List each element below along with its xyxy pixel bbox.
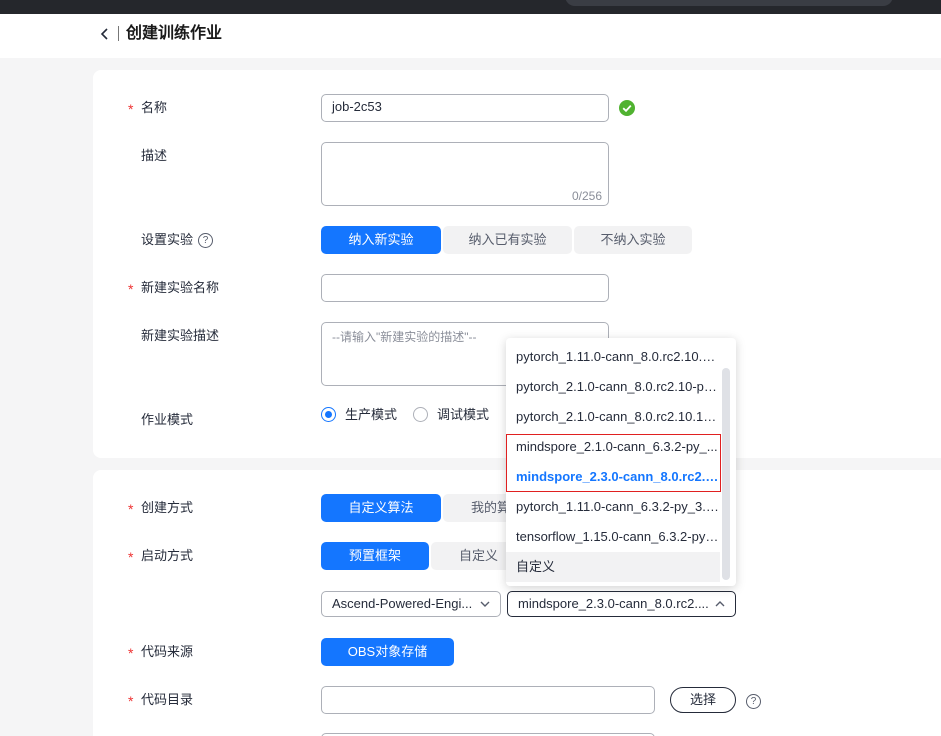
experiment-option-new[interactable]: 纳入新实验 bbox=[321, 226, 441, 254]
create-method-label: 创建方式 bbox=[141, 500, 194, 515]
required-asterisk: * bbox=[128, 501, 134, 517]
description-label: 描述 bbox=[141, 148, 168, 163]
version-dropdown-menu: pytorch_1.11.0-cann_8.0.rc2.10.1... pyto… bbox=[506, 338, 736, 586]
required-asterisk: * bbox=[128, 281, 134, 297]
experiment-label: 设置实验 bbox=[141, 232, 194, 247]
required-asterisk: * bbox=[128, 693, 134, 709]
job-mode-label: 作业模式 bbox=[141, 412, 194, 427]
header-divider bbox=[118, 26, 119, 41]
code-dir-label: 代码目录 bbox=[141, 692, 194, 707]
experiment-option-none[interactable]: 不纳入实验 bbox=[574, 226, 692, 254]
obs-storage-button[interactable]: OBS对象存储 bbox=[321, 638, 454, 666]
help-icon[interactable]: ? bbox=[198, 233, 213, 248]
top-nav-bar bbox=[0, 0, 941, 14]
code-source-label: 代码来源 bbox=[141, 644, 194, 659]
new-experiment-name-label: 新建实验名称 bbox=[141, 280, 220, 295]
dropdown-option[interactable]: tensorflow_1.15.0-cann_6.3.2-py_... bbox=[506, 522, 720, 552]
chevron-up-icon bbox=[715, 601, 725, 607]
new-experiment-desc-label: 新建实验描述 bbox=[141, 328, 220, 343]
boot-option-preset-framework[interactable]: 预置框架 bbox=[321, 542, 429, 570]
radio-production-label[interactable]: 生产模式 bbox=[345, 407, 397, 423]
new-experiment-name-input[interactable] bbox=[321, 274, 609, 302]
version-select-value: mindspore_2.3.0-cann_8.0.rc2.... bbox=[518, 596, 709, 611]
boot-method-label: 启动方式 bbox=[141, 548, 194, 563]
dropdown-option[interactable]: pytorch_2.1.0-cann_8.0.rc2.10.16... bbox=[506, 402, 720, 432]
description-textarea[interactable]: 0/256 bbox=[321, 142, 609, 206]
back-arrow-icon[interactable] bbox=[98, 26, 112, 42]
chevron-down-icon bbox=[480, 601, 490, 607]
check-success-icon bbox=[619, 100, 635, 116]
select-dir-button[interactable]: 选择 bbox=[670, 687, 736, 713]
dropdown-option-custom[interactable]: 自定义 bbox=[506, 552, 720, 582]
help-icon[interactable]: ? bbox=[746, 694, 761, 709]
dropdown-option-selected[interactable]: mindspore_2.3.0-cann_8.0.rc2.1... bbox=[506, 462, 720, 492]
dropdown-option[interactable]: pytorch_2.1.0-cann_8.0.rc2.10-py... bbox=[506, 372, 720, 402]
name-input[interactable]: job-2c53 bbox=[321, 94, 609, 122]
dropdown-scrollbar[interactable] bbox=[722, 368, 730, 580]
create-option-my-algorithm[interactable]: 我的算 bbox=[443, 494, 513, 522]
name-label: 名称 bbox=[141, 100, 168, 115]
page-title: 创建训练作业 bbox=[126, 25, 223, 42]
boot-option-custom[interactable]: 自定义 bbox=[431, 542, 511, 570]
required-asterisk: * bbox=[128, 549, 134, 565]
char-counter: 0/256 bbox=[571, 189, 602, 203]
radio-debug[interactable] bbox=[413, 407, 428, 422]
required-asterisk: * bbox=[128, 645, 134, 661]
code-dir-input[interactable] bbox=[321, 686, 655, 714]
experiment-option-existing[interactable]: 纳入已有实验 bbox=[443, 226, 572, 254]
dropdown-option[interactable]: pytorch_1.11.0-cann_8.0.rc2.10.1... bbox=[506, 342, 720, 372]
radio-debug-label[interactable]: 调试模式 bbox=[437, 407, 489, 423]
required-asterisk: * bbox=[128, 101, 134, 117]
engine-select-value: Ascend-Powered-Engi... bbox=[332, 596, 473, 611]
create-option-custom-algorithm[interactable]: 自定义算法 bbox=[321, 494, 441, 522]
dropdown-option[interactable]: mindspore_2.1.0-cann_6.3.2-py_... bbox=[506, 432, 720, 462]
dropdown-option[interactable]: pytorch_1.11.0-cann_6.3.2-py_3.7... bbox=[506, 492, 720, 522]
engine-select[interactable]: Ascend-Powered-Engi... bbox=[321, 591, 501, 617]
global-search-box[interactable] bbox=[565, 0, 893, 6]
version-select[interactable]: mindspore_2.3.0-cann_8.0.rc2.... bbox=[507, 591, 736, 617]
radio-production[interactable] bbox=[321, 407, 336, 422]
